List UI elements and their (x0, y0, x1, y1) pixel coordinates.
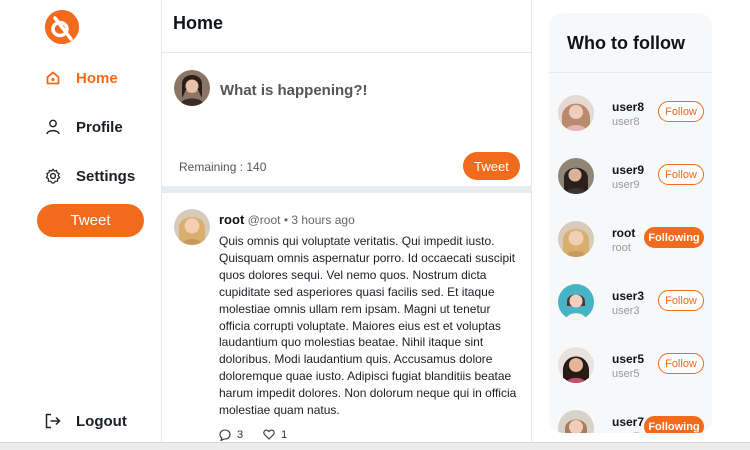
nav-profile-label: Profile (76, 118, 123, 136)
follow-button[interactable]: Follow (658, 101, 704, 122)
post-actions: 3 1 (219, 429, 519, 441)
main-header: Home (162, 0, 531, 53)
avatar (558, 221, 594, 257)
follow-user-handle: user3 (612, 305, 640, 317)
logo-icon (45, 10, 79, 44)
follow-user-name: root (612, 226, 636, 240)
avatar (558, 410, 594, 433)
following-button[interactable]: Following (644, 227, 704, 248)
avatar (174, 70, 210, 106)
sidebar-tweet-button[interactable]: Tweet (37, 204, 144, 237)
nav-home[interactable]: Home (44, 69, 118, 87)
follow-user-handle: user5 (612, 368, 640, 380)
post-body: Quis omnis qui voluptate veritatis. Qui … (219, 234, 517, 418)
nav-home-label: Home (76, 69, 118, 87)
post-author-name[interactable]: root (219, 212, 244, 227)
follow-user-name: user7 (612, 415, 645, 429)
horizontal-scrollbar[interactable] (0, 442, 750, 450)
who-to-follow-title: Who to follow (549, 13, 712, 73)
follow-user-handle: root (612, 242, 631, 254)
comment-icon (219, 429, 231, 441)
app-root: Home Profile Settings Tweet Logout Home (0, 0, 750, 450)
comment-button[interactable]: 3 (219, 429, 243, 441)
like-button[interactable]: 1 (263, 429, 287, 441)
sidebar: Home Profile Settings Tweet Logout (0, 0, 162, 442)
divider (162, 186, 531, 193)
follow-user-name: user5 (612, 352, 645, 366)
follow-user-name: user9 (612, 163, 645, 177)
follow-user-handle: user9 (612, 179, 640, 191)
follow-button[interactable]: Follow (658, 290, 704, 311)
tweet-submit-button[interactable]: Tweet (463, 152, 520, 180)
follow-user-name: user3 (612, 289, 645, 303)
post-header: root @root • 3 hours ago (219, 212, 519, 227)
following-button[interactable]: Following (644, 416, 704, 433)
post-time: 3 hours ago (291, 213, 355, 227)
main-feed: Home Remaining : 140 Tweet root @root • … (162, 0, 532, 442)
follow-suggestion[interactable]: user8 user8 Follow (549, 83, 712, 145)
home-icon (44, 69, 62, 87)
follow-suggestion[interactable]: root root Following (549, 209, 712, 271)
follow-suggestion[interactable]: user5 user5 Follow (549, 335, 712, 397)
follow-suggestion[interactable]: user9 user9 Follow (549, 146, 712, 208)
tweet-post[interactable]: root @root • 3 hours ago Quis omnis qui … (162, 193, 531, 441)
who-to-follow-panel: Who to follow user8 user8 Follow user9 u… (549, 13, 712, 433)
post-separator: • (283, 213, 289, 227)
follow-button[interactable]: Follow (658, 353, 704, 374)
follow-suggestion[interactable]: user3 user3 Follow (549, 272, 712, 334)
follow-suggestion[interactable]: user7 user7 Following (549, 398, 712, 433)
like-count: 1 (281, 428, 288, 441)
user-icon (44, 118, 62, 136)
avatar (558, 347, 594, 383)
nav-settings-label: Settings (76, 167, 136, 185)
avatar (558, 95, 594, 131)
remaining-count: Remaining : 140 (179, 160, 267, 174)
nav-logout-label: Logout (76, 412, 127, 430)
nav-settings[interactable]: Settings (44, 167, 135, 185)
compose-input[interactable] (220, 79, 510, 101)
page-title: Home (173, 13, 224, 33)
avatar[interactable] (174, 209, 210, 245)
tweet-composer: Remaining : 140 Tweet (162, 53, 531, 186)
avatar (558, 284, 594, 320)
follow-user-handle: user7 (612, 431, 640, 433)
heart-icon (263, 430, 275, 441)
gear-icon (44, 167, 62, 185)
nav-profile[interactable]: Profile (44, 118, 123, 136)
comment-count: 3 (237, 428, 244, 441)
follow-user-name: user8 (612, 100, 645, 114)
avatar (558, 158, 594, 194)
post-author-handle: @root (247, 213, 281, 227)
logout-icon (44, 412, 62, 430)
app-logo[interactable] (45, 10, 79, 44)
follow-button[interactable]: Follow (658, 164, 704, 185)
nav-logout[interactable]: Logout (44, 412, 127, 430)
follow-user-handle: user8 (612, 116, 640, 128)
